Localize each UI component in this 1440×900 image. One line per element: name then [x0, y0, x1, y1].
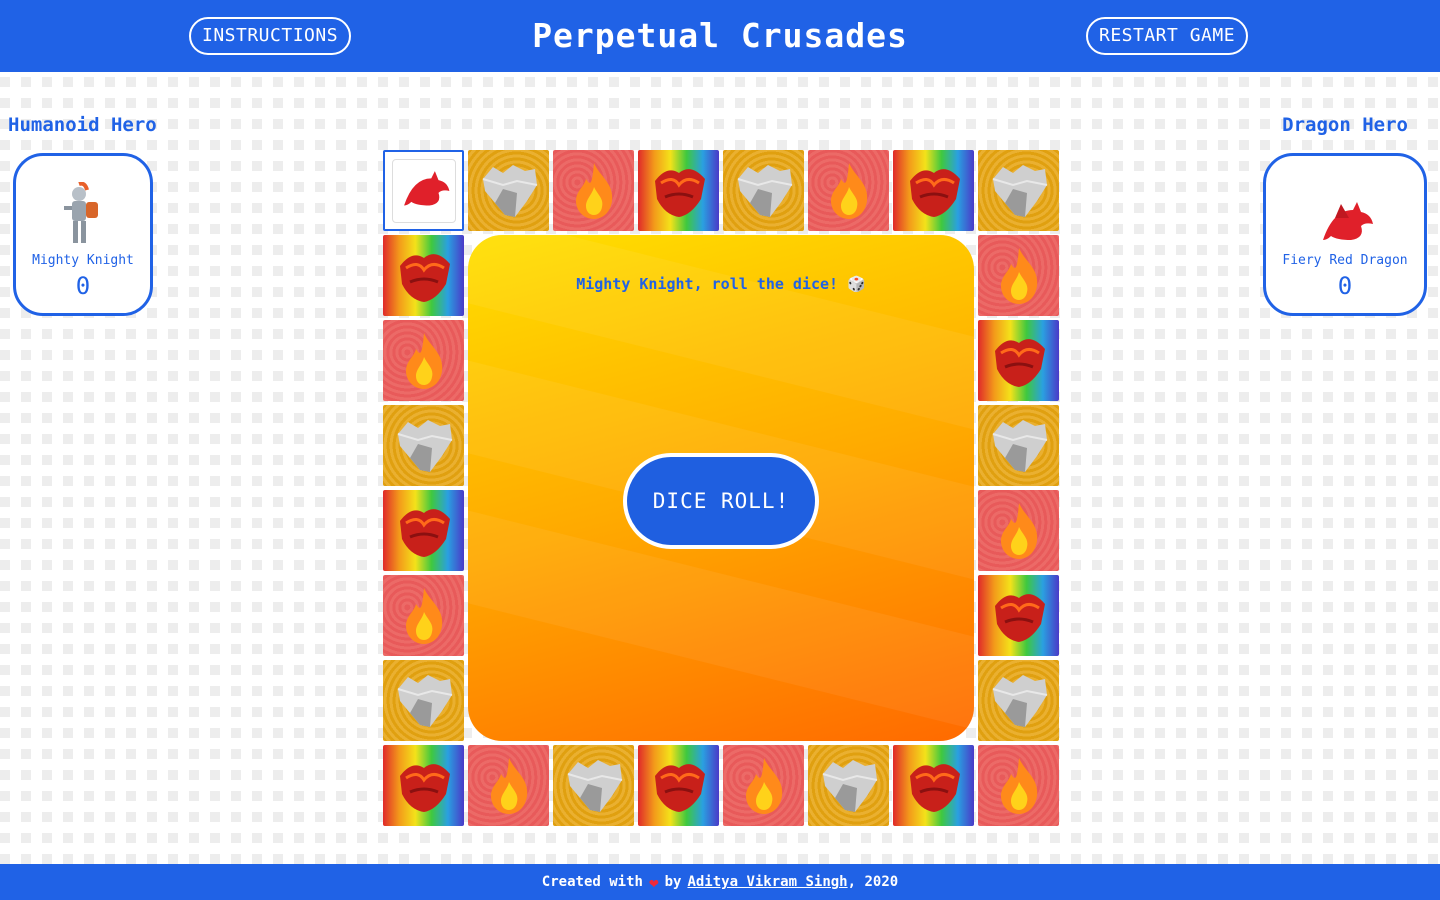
rock-icon	[992, 164, 1047, 217]
lava-icon	[909, 763, 960, 812]
rock-icon	[567, 759, 622, 812]
board-tile-lava	[383, 235, 464, 316]
board-tile-start	[383, 150, 464, 231]
board-tile-fire	[553, 150, 634, 231]
board-tile-lava	[383, 745, 464, 826]
board-tile-rock	[553, 745, 634, 826]
board-tile-rock	[383, 660, 464, 741]
footer-prefix: Created with	[541, 874, 643, 890]
board-tile-rock	[978, 405, 1059, 486]
fire-icon	[745, 757, 782, 814]
fire-icon	[490, 757, 527, 814]
board-tile-fire	[808, 150, 889, 231]
knight-icon	[16, 168, 150, 248]
lava-icon	[399, 763, 450, 812]
rock-icon	[397, 419, 452, 472]
board-tile-fire	[978, 490, 1059, 571]
fire-icon	[575, 162, 612, 219]
board-tile-lava	[893, 745, 974, 826]
board-tile-rock	[808, 745, 889, 826]
humanoid-hero-card: Mighty Knight 0	[13, 153, 153, 316]
lava-icon	[654, 763, 705, 812]
board-tile-rock	[468, 150, 549, 231]
board-tile-lava	[978, 320, 1059, 401]
board-tile-lava	[978, 575, 1059, 656]
top-bar: INSTRUCTIONS Perpetual Crusades RESTART …	[0, 0, 1440, 72]
author-link[interactable]: Aditya Vikram Singh	[687, 874, 847, 890]
rock-icon	[822, 759, 877, 812]
fire-icon	[405, 587, 442, 644]
board-tile-lava	[638, 745, 719, 826]
dragon-token-icon	[403, 170, 449, 205]
board-tile-lava	[893, 150, 974, 231]
board-tile-fire	[383, 320, 464, 401]
board-tile-fire	[978, 235, 1059, 316]
board-tile-fire	[723, 745, 804, 826]
board-tile-rock	[723, 150, 804, 231]
heart-icon: ❤	[648, 872, 659, 892]
dice-roll-button[interactable]: DICE ROLL!	[623, 453, 819, 549]
game-board: Mighty Knight, roll the dice! 🎲 DICE ROL…	[383, 150, 1059, 826]
board-center: Mighty Knight, roll the dice! 🎲 DICE ROL…	[468, 235, 974, 741]
footer: Created with ❤ by Aditya Vikram Singh, 2…	[0, 864, 1440, 900]
board-tile-lava	[383, 490, 464, 571]
footer-year: , 2020	[847, 874, 899, 890]
humanoid-hero-score: 0	[75, 272, 91, 300]
rock-icon	[397, 674, 452, 727]
lava-icon	[399, 253, 450, 302]
fire-icon	[1000, 757, 1037, 814]
board-tile-rock	[978, 150, 1059, 231]
humanoid-hero-name: Mighty Knight	[32, 253, 134, 268]
dragon-hero-heading: Dragon Hero	[1282, 114, 1408, 136]
fire-icon	[1000, 502, 1037, 559]
dragon-hero-score: 0	[1337, 272, 1353, 300]
turn-prompt: Mighty Knight, roll the dice! 🎲	[576, 275, 866, 293]
board-tile-fire	[468, 745, 549, 826]
rock-icon	[992, 674, 1047, 727]
rock-icon	[482, 164, 537, 217]
rock-icon	[737, 164, 792, 217]
rock-icon	[992, 419, 1047, 472]
dragon-hero-card: Fiery Red Dragon 0	[1263, 153, 1427, 316]
dragon-hero-name: Fiery Red Dragon	[1282, 253, 1408, 268]
board-tile-lava	[638, 150, 719, 231]
board-tile-fire	[383, 575, 464, 656]
board-tile-rock	[383, 405, 464, 486]
board-tile-fire	[978, 745, 1059, 826]
footer-by: by	[664, 874, 682, 890]
lava-icon	[399, 508, 450, 557]
lava-icon	[994, 593, 1045, 642]
lava-icon	[909, 168, 960, 217]
board-tile-rock	[978, 660, 1059, 741]
fire-icon	[405, 332, 442, 389]
humanoid-hero-heading: Humanoid Hero	[8, 114, 157, 136]
lava-icon	[994, 338, 1045, 387]
fire-icon	[1000, 247, 1037, 304]
dragon-icon	[1266, 168, 1424, 248]
restart-game-button[interactable]: RESTART GAME	[1086, 17, 1249, 55]
fire-icon	[830, 162, 867, 219]
lava-icon	[654, 168, 705, 217]
